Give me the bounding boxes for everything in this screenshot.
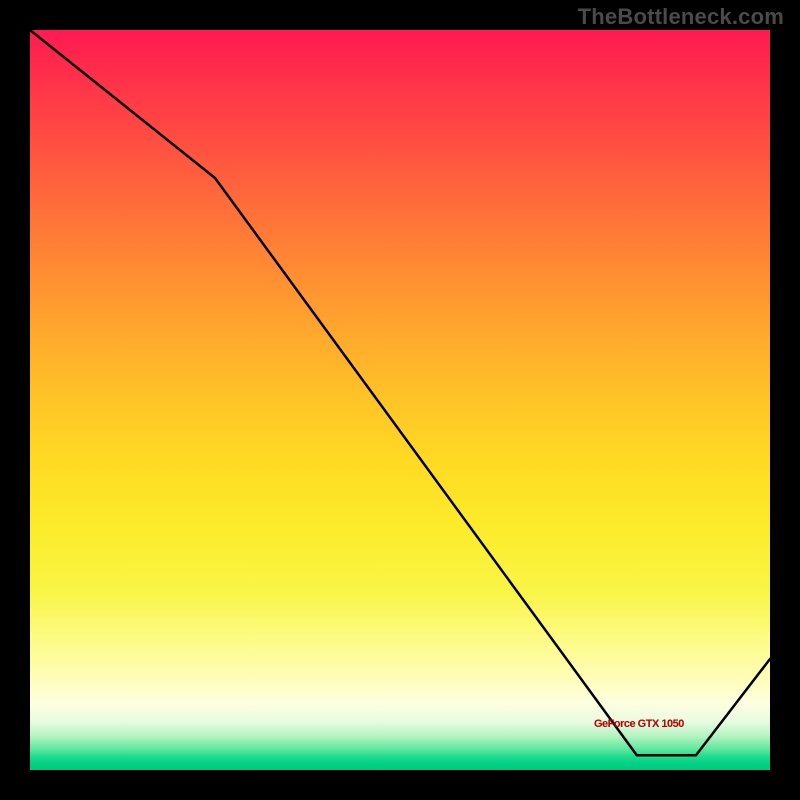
series-label: GeForce GTX 1050 bbox=[594, 718, 684, 730]
plot-area: GeForce GTX 1050 bbox=[30, 30, 770, 770]
chart-stage: TheBottleneck.com GeForce GTX 1050 bbox=[0, 0, 800, 800]
watermark-text: TheBottleneck.com bbox=[578, 4, 784, 30]
line-curve bbox=[30, 30, 770, 770]
